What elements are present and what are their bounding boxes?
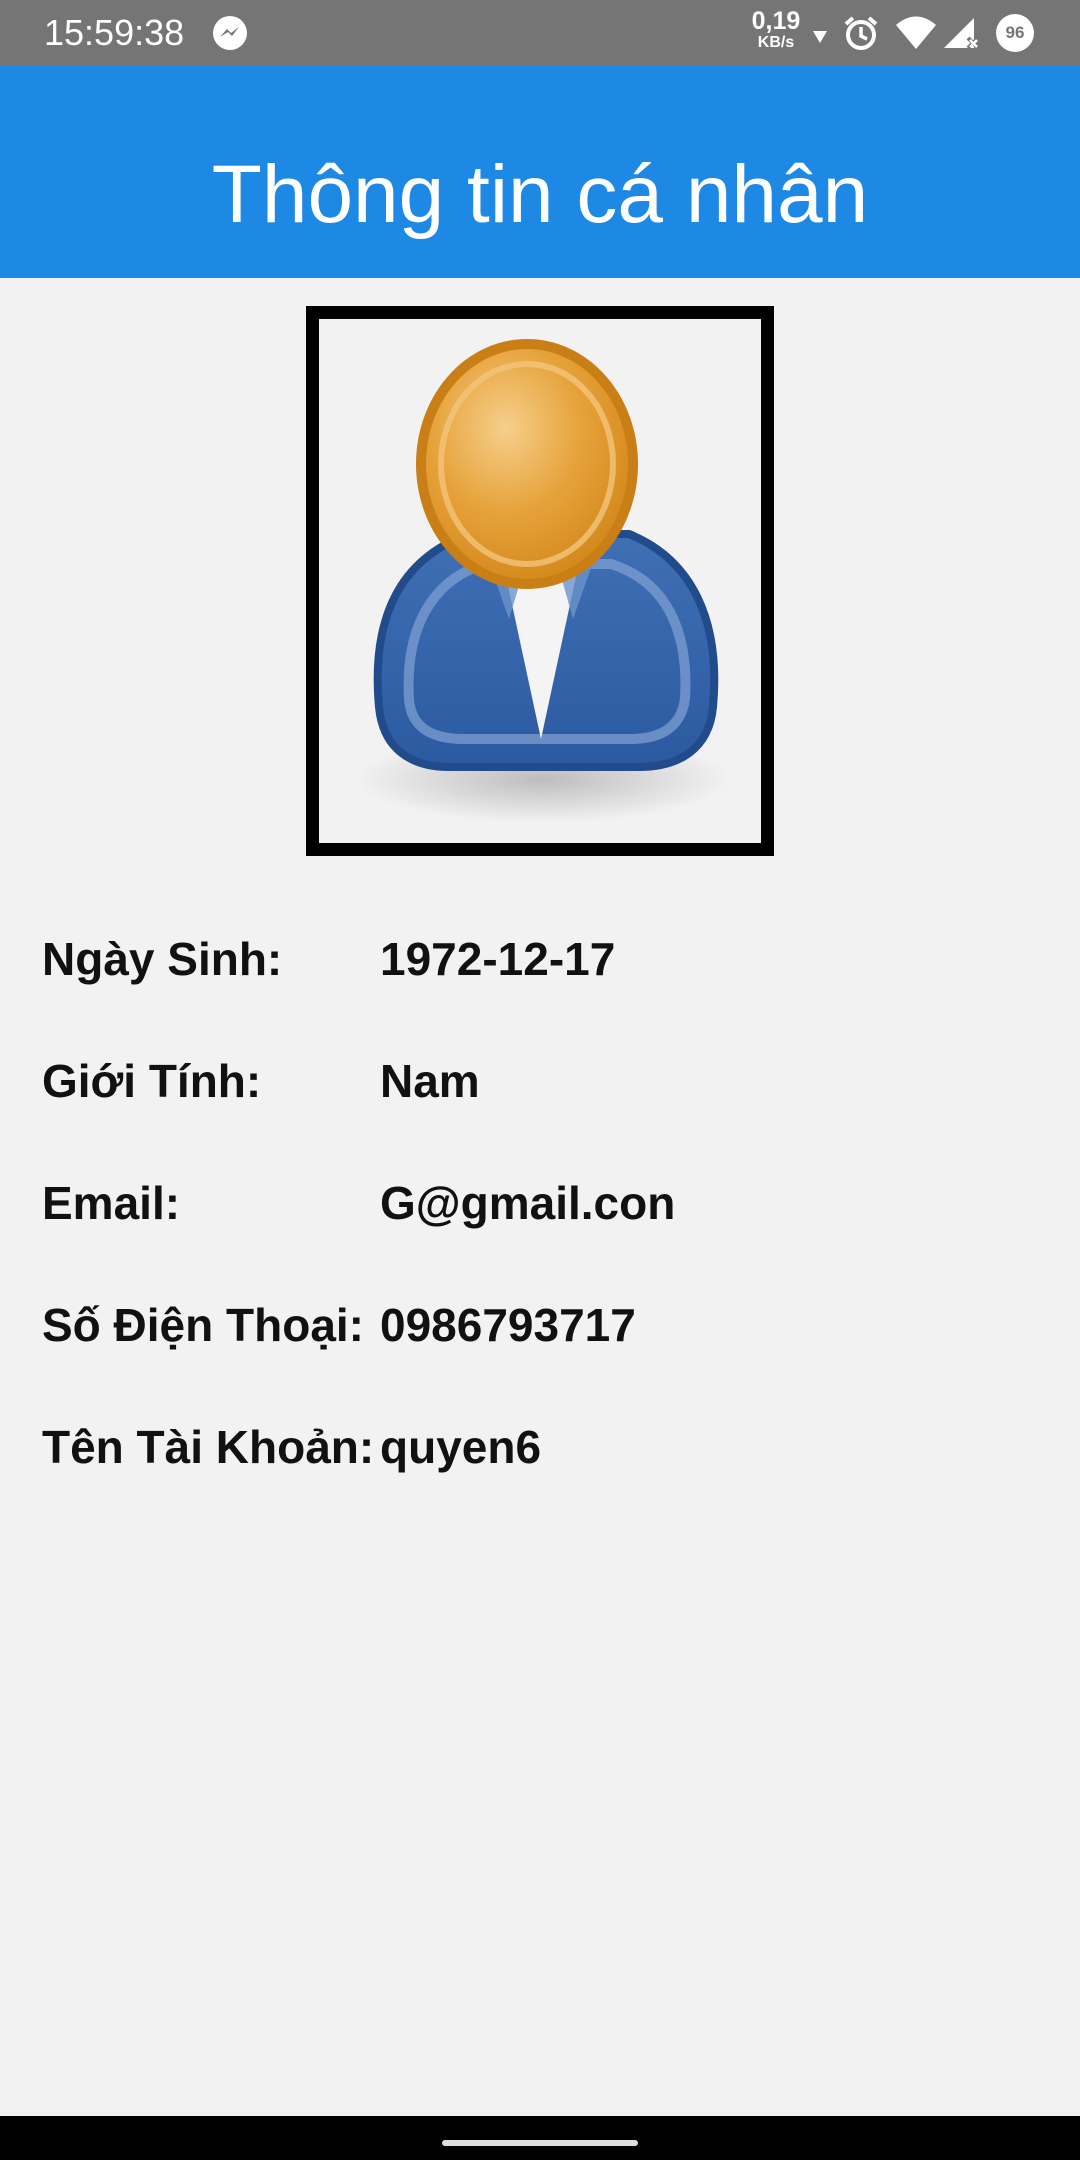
navigation-bar [0,2116,1080,2160]
net-speed-unit: KB/s [757,34,795,51]
status-time: 15:59:38 [44,12,185,53]
username-label: Tên Tài Khoản: [42,1421,375,1473]
gender-label: Giới Tính: [42,1055,262,1107]
birthdate-value: 1972-12-17 [380,933,616,985]
messenger-icon [212,15,248,56]
birthdate-label: Ngày Sinh: [42,933,283,985]
info-row-username: Tên Tài Khoản: quyen6 [42,1420,1042,1480]
email-label: Email: [42,1177,181,1229]
avatar-frame [306,306,774,856]
info-row-phone: Số Điện Thoại: 0986793717 [42,1298,1042,1358]
cell-signal-icon [942,16,980,55]
alarm-icon [842,14,880,57]
wifi-icon [894,16,938,55]
info-row-birthdate: Ngày Sinh: 1972-12-17 [42,932,1042,992]
status-bar: 15:59:38 0,19 KB/s 96 [0,0,1080,66]
info-row-gender: Giới Tính: Nam [42,1054,1042,1114]
data-arrow-icon [812,30,828,49]
battery-icon: 96 [996,14,1034,52]
info-row-email: Email: G@gmail.con [42,1176,1042,1236]
net-speed: 0,19 KB/s [744,8,808,52]
app-bar: Thông tin cá nhân [0,66,1080,278]
user-avatar-icon [355,339,731,823]
page-title: Thông tin cá nhân [211,149,869,240]
email-value: G@gmail.con [380,1177,676,1229]
phone-label: Số Điện Thoại: [42,1299,364,1351]
net-speed-value: 0,19 [751,7,801,35]
username-value: quyen6 [380,1421,542,1473]
home-gesture-handle[interactable] [442,2140,638,2146]
phone-value: 0986793717 [380,1299,636,1351]
gender-value: Nam [380,1055,480,1107]
